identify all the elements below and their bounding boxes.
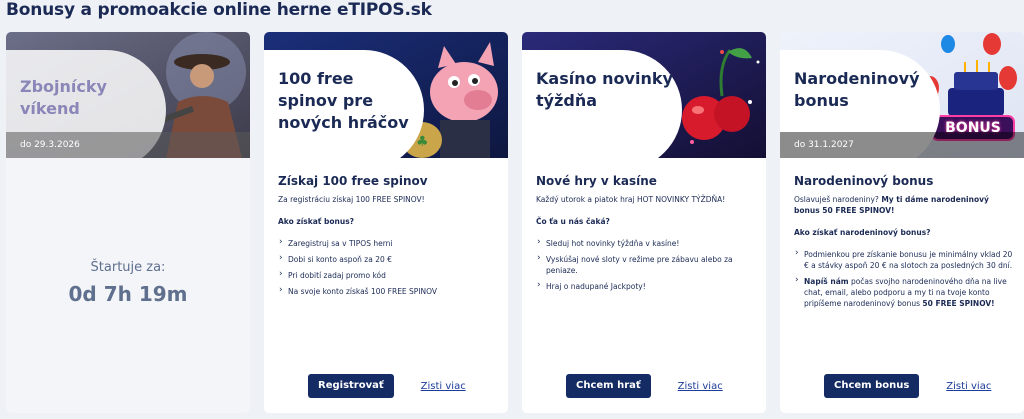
promo-footer: Chcem bonus Zisti viac — [824, 374, 991, 398]
list-item: Vyskúšaj nové sloty v režime pre zábavu … — [536, 253, 758, 276]
promo-footer: Chcem hrať Zisti viac — [566, 374, 723, 398]
promo-card-zbojnicky[interactable]: Zbojnícky víkend do 29.3.2026 Štartuje z… — [6, 32, 250, 413]
step-highlight: Napíš nám — [804, 277, 849, 286]
promo-steps: Podmienkou pre získanie bonusu je minimá… — [794, 248, 1016, 309]
intro-text: Oslavuješ narodeniny? — [794, 195, 882, 204]
list-item: Sleduj hot novinky týždňa v kasíne! — [536, 237, 758, 249]
promo-subheading: Čo ťa u nás čaká? — [536, 217, 610, 226]
promo-heading: Narodeninový bonus — [794, 174, 934, 188]
banner-title: 100 free spinov pre nových hráčov — [278, 69, 409, 132]
promo-body: Nové hry v kasíne Každý utorok a piatok … — [536, 174, 758, 297]
promo-intro: Za registráciu získaj 100 FREE SPINOV! — [278, 195, 425, 204]
promo-subheading: Ako získať bonus? — [278, 217, 355, 226]
list-item: Pri dobití zadaj promo kód — [278, 269, 500, 281]
countdown-label: Štartuje za: — [90, 260, 166, 275]
banner-title: Zbojnícky víkend — [20, 77, 107, 118]
list-item: Na svoje konto získaš 100 FREE SPINOV — [278, 285, 500, 297]
list-item: Dobi si konto aspoň za 20 € — [278, 253, 500, 265]
learn-more-link[interactable]: Zisti viac — [678, 381, 723, 392]
promo-steps: Sleduj hot novinky týždňa v kasíne! Vysk… — [536, 237, 758, 292]
register-button[interactable]: Registrovať — [308, 374, 394, 398]
promo-card-casino-news[interactable]: Kasíno novinky týždňa Nové hry v kasíne … — [522, 32, 766, 413]
step-highlight-end: 50 FREE SPINOV! — [922, 299, 995, 308]
promo-footer: Registrovať Zisti viac — [308, 374, 466, 398]
promo-heading: Nové hry v kasíne — [536, 174, 657, 188]
promo-banner[interactable]: Kasíno novinky týždňa — [522, 32, 766, 158]
page-title: Bonusy a promoakcie online herne eTIPOS.… — [6, 0, 432, 20]
list-item: Zaregistruj sa v TIPOS herni — [278, 237, 500, 249]
promo-card-free-spins[interactable]: ♣ 100 free spinov pre nových hráčov Získ… — [264, 32, 508, 413]
promo-date: do 31.1.2027 — [780, 132, 1024, 158]
learn-more-link[interactable]: Zisti viac — [946, 381, 991, 392]
promo-banner[interactable]: Zbojnícky víkend do 29.3.2026 — [6, 32, 250, 158]
countdown-value: 0d 7h 19m — [68, 282, 188, 306]
promo-steps: Zaregistruj sa v TIPOS herni Dobi si kon… — [278, 237, 500, 297]
list-item: Podmienkou pre získanie bonusu je minimá… — [794, 248, 1016, 271]
promo-body: Získaj 100 free spinov Za registráciu zí… — [278, 174, 500, 302]
promo-date: do 29.3.2026 — [6, 132, 250, 158]
promo-subheading: Ako získať narodeninový bonus? — [794, 228, 931, 237]
play-button[interactable]: Chcem hrať — [566, 374, 651, 398]
learn-more-link[interactable]: Zisti viac — [421, 381, 466, 392]
promo-banner[interactable]: BONUS Narodeninový bonus do 31.1.2027 — [780, 32, 1024, 158]
bonus-button[interactable]: Chcem bonus — [824, 374, 920, 398]
promo-intro: Každý utorok a piatok hraj HOT NOVINKY T… — [536, 195, 726, 204]
promo-banner[interactable]: ♣ 100 free spinov pre nových hráčov — [264, 32, 508, 158]
banner-title: Kasíno novinky týždňa — [536, 69, 673, 110]
promo-card-birthday[interactable]: BONUS Narodeninový bonus do 31.1.2027 Na… — [780, 32, 1024, 413]
promo-heading: Získaj 100 free spinov — [278, 174, 428, 188]
promo-body: Narodeninový bonus Oslavuješ narodeniny?… — [794, 174, 1016, 314]
banner-title: Narodeninový bonus — [794, 69, 920, 110]
list-item: Napíš nám počas svojho narodeninového dň… — [794, 275, 1016, 309]
promo-intro: Oslavuješ narodeniny? My ti dáme naroden… — [794, 194, 1016, 216]
list-item: Hraj o nadupané Jackpoty! — [536, 280, 758, 292]
